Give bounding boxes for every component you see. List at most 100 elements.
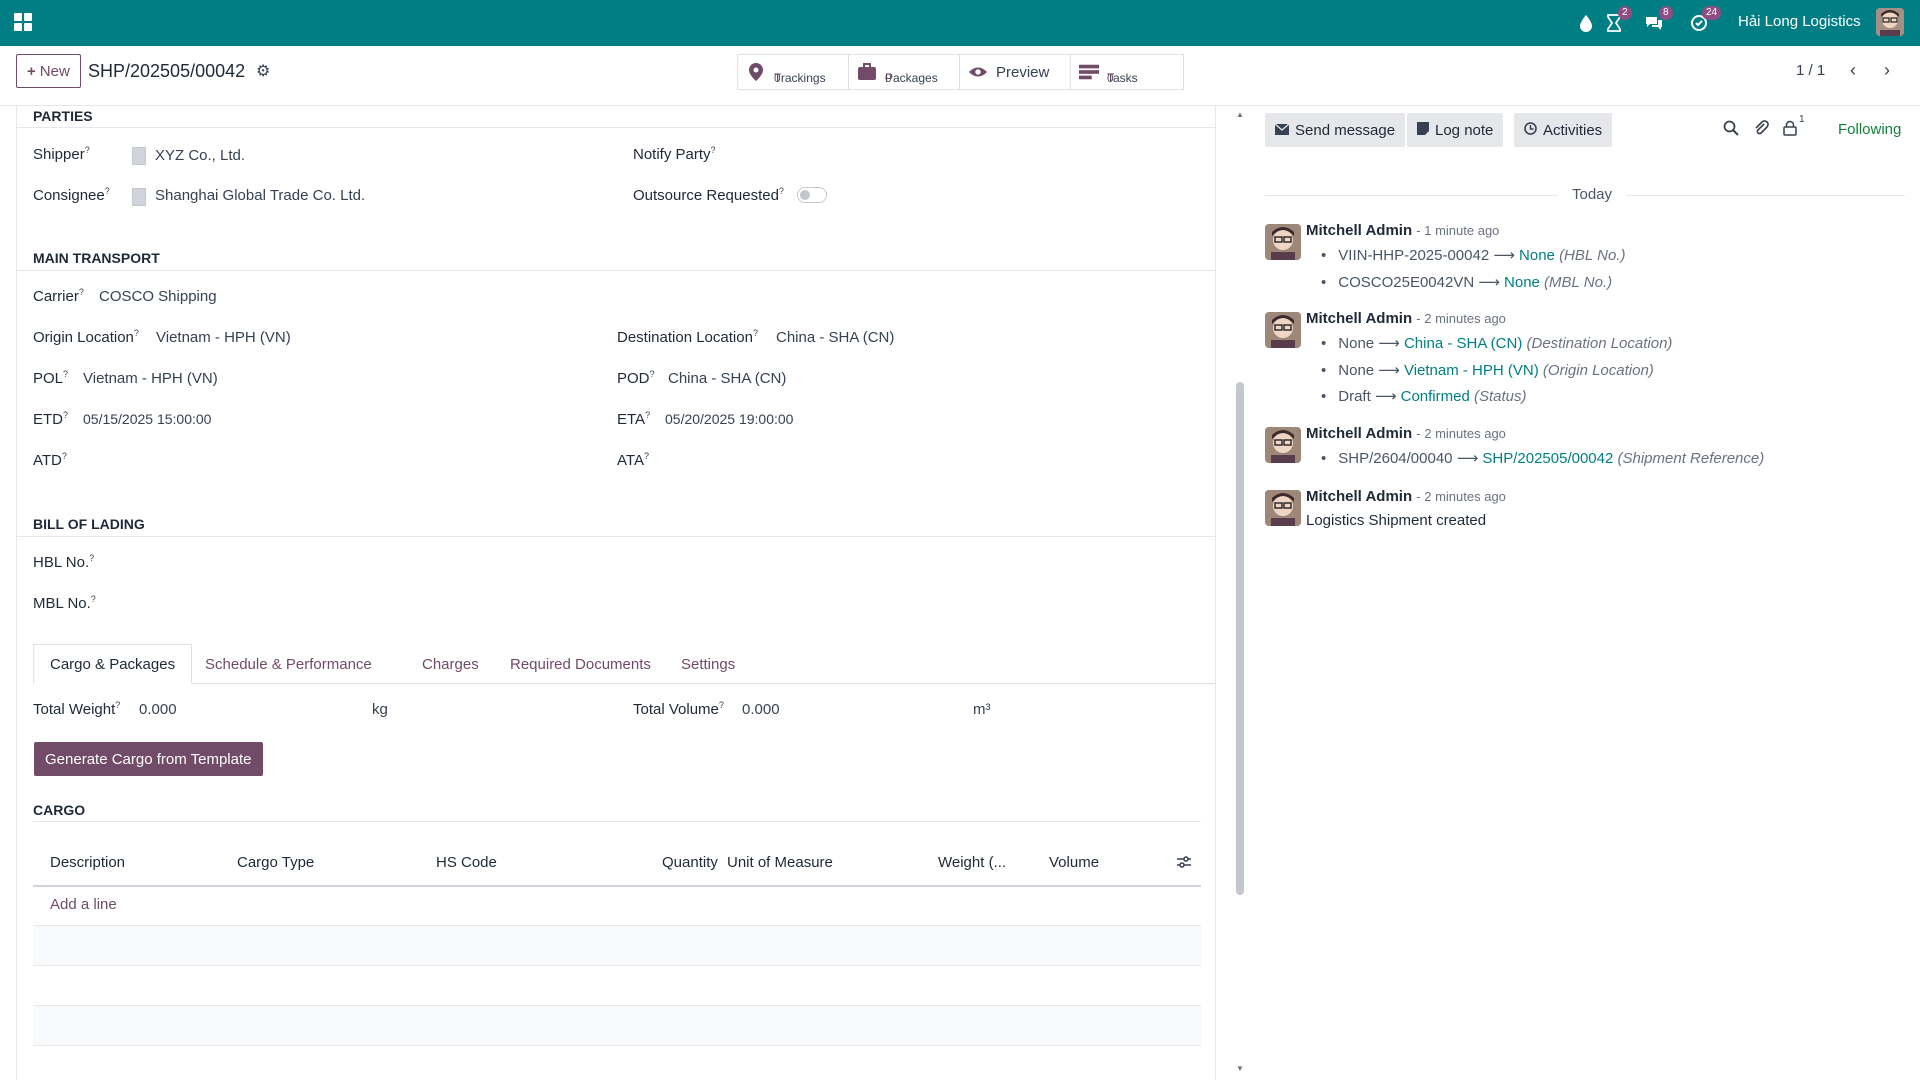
volume-unit: m³ (973, 701, 991, 718)
col-weight[interactable]: Weight (... (938, 854, 1006, 871)
add-line-link[interactable]: Add a line (50, 896, 117, 913)
messages-icon[interactable]: 8 (1645, 0, 1673, 46)
shipper-label: Shipper? (33, 145, 90, 163)
eta-label: ETA? (617, 410, 651, 428)
message-body: Logistics Shipment created (1306, 512, 1487, 529)
eta-field[interactable]: 05/20/2025 19:00:00 (665, 411, 793, 427)
col-unit-of-measure[interactable]: Unit of Measure (727, 854, 833, 871)
packages-smart-button[interactable]: Packages 0 (848, 54, 960, 90)
pod-field[interactable]: China - SHA (CN) (668, 370, 786, 387)
tab-charges[interactable]: Charges (406, 644, 495, 684)
table-row (33, 1006, 1201, 1045)
col-description[interactable]: Description (50, 854, 125, 871)
apps-menu-icon[interactable] (14, 13, 32, 31)
message-author[interactable]: Mitchell Admin - 2 minutes ago (1306, 425, 1506, 442)
shipper-field[interactable]: XYZ Co., Ltd. (155, 147, 245, 164)
new-button-label: New (39, 62, 70, 80)
message-time: - 2 minutes ago (1416, 311, 1506, 326)
preview-smart-button[interactable]: Preview (959, 54, 1071, 90)
outsource-toggle[interactable] (797, 187, 827, 203)
user-avatar[interactable] (1876, 8, 1904, 36)
consignee-field[interactable]: Shanghai Global Trade Co. Ltd. (155, 187, 365, 204)
consignee-label: Consignee? (33, 186, 110, 204)
total-volume-value: 0.000 (742, 701, 780, 718)
destination-field[interactable]: China - SHA (CN) (776, 329, 894, 346)
pager-previous-icon[interactable]: ‹ (1840, 56, 1866, 84)
paperclip-icon[interactable] (1753, 120, 1769, 141)
tab-required-documents[interactable]: Required Documents (494, 644, 667, 684)
message-time: - 2 minutes ago (1416, 489, 1506, 504)
generate-cargo-button[interactable]: Generate Cargo from Template (34, 742, 263, 776)
total-weight-value: 0.000 (139, 701, 177, 718)
table-row-separator (33, 965, 1201, 966)
suitcase-icon (857, 62, 877, 82)
col-quantity[interactable]: Quantity (662, 854, 718, 871)
origin-field[interactable]: Vietnam - HPH (VN) (156, 329, 291, 346)
control-panel: + New SHP/202505/00042 ⚙ Trackings 0 Pack… (0, 46, 1920, 106)
message-time: - 2 minutes ago (1416, 426, 1506, 441)
search-icon[interactable] (1723, 120, 1739, 141)
message-author[interactable]: Mitchell Admin - 1 minute ago (1306, 222, 1499, 239)
pager-next-icon[interactable]: › (1874, 56, 1900, 84)
tracking-change: • VIIN-HHP-2025-00042 ⟶ None (HBL No.) (1321, 247, 1626, 264)
avatar[interactable] (1265, 224, 1301, 260)
tasks-refresh-icon[interactable]: 24 (1690, 0, 1722, 46)
table-row-separator (33, 1045, 1201, 1046)
col-hs-code[interactable]: HS Code (436, 854, 497, 871)
tracking-change: • Draft ⟶ Confirmed (Status) (1321, 388, 1527, 405)
scrollbar-thumb[interactable] (1236, 382, 1244, 895)
trackings-label: Trackings (774, 71, 826, 85)
col-cargo-type[interactable]: Cargo Type (237, 854, 314, 871)
avatar[interactable] (1265, 312, 1301, 348)
avatar[interactable] (1265, 490, 1301, 526)
table-row (33, 926, 1201, 965)
avatar[interactable] (1265, 427, 1301, 463)
new-button[interactable]: + New (16, 54, 81, 88)
total-weight-label: Total Weight? (33, 700, 121, 718)
chatter-panel: Send message Log note Activities 1 Follo… (1245, 106, 1920, 1080)
form-scrollbar[interactable]: ▲ ▼ (1235, 106, 1245, 1080)
note-icon (1417, 121, 1429, 139)
tasks-smart-button[interactable]: Tasks 0 (1070, 54, 1184, 90)
trackings-smart-button[interactable]: Trackings 0 (737, 54, 849, 90)
origin-label: Origin Location? (33, 328, 139, 346)
preview-label: Preview (996, 63, 1050, 81)
gear-icon[interactable]: ⚙ (256, 61, 270, 81)
separator (33, 821, 1201, 822)
top-navbar: 2 8 24 Hải Long Logistics (0, 0, 1920, 46)
outsource-label: Outsource Requested? (633, 186, 784, 204)
transport-section-title: MAIN TRANSPORT (33, 250, 160, 266)
etd-field[interactable]: 05/15/2025 15:00:00 (83, 411, 211, 427)
send-message-button[interactable]: Send message (1265, 113, 1406, 147)
followers-icon[interactable]: 1 (1783, 114, 1805, 141)
building-icon (132, 188, 146, 206)
message-author[interactable]: Mitchell Admin - 2 minutes ago (1306, 310, 1506, 327)
tab-cargo-packages[interactable]: Cargo & Packages (33, 644, 193, 684)
tracking-change: • SHP/2604/00040 ⟶ SHP/202505/00042 (Ship… (1321, 450, 1765, 467)
following-button[interactable]: Following (1838, 121, 1901, 138)
mbl-label: MBL No.? (33, 594, 96, 612)
pol-field[interactable]: Vietnam - HPH (VN) (83, 370, 218, 387)
separator (17, 536, 1215, 537)
debug-icon[interactable] (1578, 0, 1594, 46)
parties-section-title: PARTIES (33, 108, 93, 124)
pager-value[interactable]: 1 / 1 (1796, 62, 1825, 79)
trackings-count: 0 (774, 71, 781, 85)
scroll-down-icon[interactable]: ▼ (1236, 1064, 1244, 1073)
col-volume[interactable]: Volume (1049, 854, 1099, 871)
activities-button[interactable]: Activities (1514, 113, 1613, 147)
building-icon (132, 147, 146, 165)
separator (17, 127, 1215, 128)
carrier-field[interactable]: COSCO Shipping (99, 288, 217, 305)
tab-settings[interactable]: Settings (665, 644, 751, 684)
breadcrumb-record: SHP/202505/00042 (88, 61, 246, 81)
company-switcher[interactable]: Hải Long Logistics (1738, 13, 1861, 30)
followers-count: 1 (1799, 114, 1805, 125)
message-author[interactable]: Mitchell Admin - 2 minutes ago (1306, 488, 1506, 505)
column-settings-icon[interactable] (1176, 855, 1192, 873)
activity-clock-icon[interactable]: 2 (1606, 0, 1632, 46)
tasks-list-icon (1079, 62, 1099, 82)
log-note-button[interactable]: Log note (1407, 113, 1504, 147)
tab-schedule-performance[interactable]: Schedule & Performance (189, 644, 388, 684)
scroll-up-icon[interactable]: ▲ (1236, 110, 1244, 119)
